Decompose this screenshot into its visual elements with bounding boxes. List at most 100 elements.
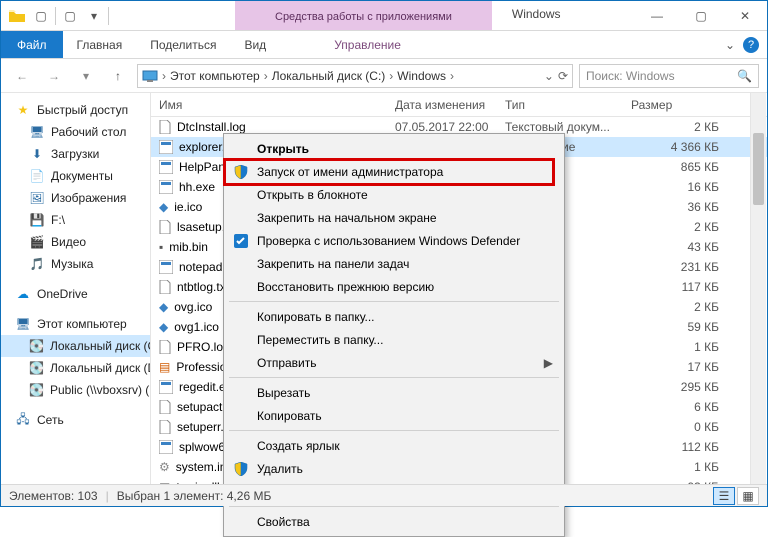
up-button[interactable]: ↑: [105, 63, 131, 89]
column-type[interactable]: Тип: [505, 98, 631, 112]
file-icon: ◆: [159, 300, 168, 314]
file-size: 2 КБ: [631, 120, 767, 134]
sidebar-onedrive[interactable]: ☁OneDrive: [1, 283, 150, 305]
search-placeholder: Поиск: Windows: [586, 69, 675, 83]
navigation-pane: ★Быстрый доступ 🖥Рабочий стол⬇Загрузки📄Д…: [1, 93, 151, 484]
context-menu-item[interactable]: Копировать в папку...: [227, 305, 561, 328]
ribbon-tab-view[interactable]: Вид: [230, 31, 280, 58]
context-menu-item-label: Закрепить на начальном экране: [257, 211, 437, 225]
file-name: DtcInstall.log: [177, 120, 246, 134]
sidebar-item-label: Изображения: [51, 191, 126, 205]
context-menu-item[interactable]: Запуск от имени администратора: [227, 160, 561, 183]
sidebar-item-drive[interactable]: 💽Public (\\vboxsrv) (...): [1, 379, 150, 401]
context-menu-item[interactable]: Восстановить прежнюю версию: [227, 275, 561, 298]
context-menu-item[interactable]: Свойства: [227, 510, 561, 533]
context-menu-item[interactable]: Создать ярлык: [227, 434, 561, 457]
breadcrumb-segment[interactable]: Этот компьютер: [170, 69, 260, 83]
breadcrumb-segment[interactable]: Windows: [397, 69, 446, 83]
sidebar-item[interactable]: 🖼 Изображения: [1, 187, 150, 209]
search-input[interactable]: Поиск: Windows 🔍: [579, 64, 759, 88]
context-menu-item[interactable]: Вырезать: [227, 381, 561, 404]
status-selection: Выбран 1 элемент: 4,26 МБ: [117, 489, 272, 503]
sidebar-item[interactable]: 🖥Рабочий стол: [1, 121, 150, 143]
breadcrumb-segment[interactable]: Локальный диск (C:): [272, 69, 386, 83]
recent-locations-button[interactable]: ▾: [73, 63, 99, 89]
qat-item[interactable]: ▢: [29, 4, 53, 28]
qat-item[interactable]: ▢: [58, 4, 82, 28]
context-menu-item[interactable]: Отправить▶: [227, 351, 561, 374]
sidebar-item-icon: 🖼: [29, 190, 45, 206]
sidebar-item[interactable]: 💾F:\: [1, 209, 150, 231]
file-name: ovg1.ico: [174, 320, 219, 334]
file-size: 1 КБ: [631, 460, 767, 474]
ribbon-expand-icon[interactable]: ⌄: [725, 38, 735, 52]
status-bar: Элементов: 103 | Выбран 1 элемент: 4,26 …: [1, 484, 767, 506]
explorer-icon[interactable]: [5, 4, 29, 28]
sidebar-item-icon: 🎵: [29, 256, 45, 272]
help-icon[interactable]: ?: [743, 37, 759, 53]
sidebar-item-label: F:\: [51, 213, 65, 227]
close-button[interactable]: ✕: [723, 1, 767, 30]
sidebar-item-label: Видео: [51, 235, 86, 249]
sidebar-quick-access[interactable]: ★Быстрый доступ: [1, 99, 150, 121]
sidebar-item[interactable]: 🎵Музыка: [1, 253, 150, 275]
forward-button[interactable]: →: [41, 63, 67, 89]
ribbon-tab-share[interactable]: Поделиться: [136, 31, 230, 58]
file-tab[interactable]: Файл: [1, 31, 63, 58]
context-menu-item[interactable]: Закрепить на панели задач: [227, 252, 561, 275]
ribbon-tabs: Файл Главная Поделиться Вид Управление ⌄…: [1, 31, 767, 59]
context-menu-item-label: Закрепить на панели задач: [257, 257, 409, 271]
context-menu-item[interactable]: Копировать: [227, 404, 561, 427]
sidebar-item[interactable]: 📄Документы: [1, 165, 150, 187]
drive-icon: 💽: [29, 338, 44, 354]
column-name[interactable]: Имя: [151, 98, 395, 112]
view-icons-button[interactable]: ▦: [737, 487, 759, 505]
sidebar-item[interactable]: ⬇Загрузки: [1, 143, 150, 165]
ribbon-tab-home[interactable]: Главная: [63, 31, 137, 58]
breadcrumb[interactable]: › Этот компьютер› Локальный диск (C:)› W…: [137, 64, 573, 88]
file-size: 117 КБ: [631, 280, 767, 294]
refresh-icon[interactable]: ⟳: [558, 69, 568, 83]
shield-icon: [233, 164, 249, 180]
file-icon: [159, 340, 171, 354]
file-name: mib.bin: [169, 240, 208, 254]
file-icon: [159, 220, 171, 234]
vertical-scrollbar[interactable]: [750, 93, 766, 484]
file-size: 17 КБ: [631, 360, 767, 374]
title-area: Средства работы с приложениями Windows: [115, 1, 635, 30]
context-menu-item-label: Копировать: [257, 409, 322, 423]
context-menu-item[interactable]: Удалить: [227, 457, 561, 480]
context-menu-item[interactable]: Открыть: [227, 137, 561, 160]
ribbon-tab-manage[interactable]: Управление: [320, 31, 415, 58]
dropdown-history-icon[interactable]: ⌄: [544, 69, 554, 83]
sidebar-network[interactable]: 🖧Сеть: [1, 409, 150, 431]
qat-down-icon[interactable]: ▾: [82, 4, 106, 28]
column-size[interactable]: Размер: [631, 98, 767, 112]
context-menu-item[interactable]: Открыть в блокноте: [227, 183, 561, 206]
context-menu-item-label: Открыть в блокноте: [257, 188, 368, 202]
context-menu-item[interactable]: Закрепить на начальном экране: [227, 206, 561, 229]
file-icon: ▪: [159, 240, 163, 254]
file-icon: [159, 120, 171, 134]
context-menu-separator: [229, 430, 559, 431]
context-menu-separator: [229, 301, 559, 302]
sidebar-this-pc[interactable]: 🖥Этот компьютер: [1, 313, 150, 335]
context-menu-item-label: Копировать в папку...: [257, 310, 375, 324]
sidebar-item-label: Загрузки: [51, 147, 99, 161]
file-name: ie.ico: [174, 200, 202, 214]
file-type: Текстовый докум...: [505, 120, 631, 134]
view-details-button[interactable]: ☰: [713, 487, 735, 505]
context-menu-item[interactable]: Проверка с использованием Windows Defend…: [227, 229, 561, 252]
context-menu-item-label: Восстановить прежнюю версию: [257, 280, 434, 294]
sidebar-item-drive[interactable]: 💽Локальный диск (D:): [1, 357, 150, 379]
minimize-button[interactable]: —: [635, 1, 679, 30]
back-button[interactable]: ←: [9, 63, 35, 89]
sidebar-item[interactable]: 🎬Видео: [1, 231, 150, 253]
maximize-button[interactable]: ▢: [679, 1, 723, 30]
file-size: 36 КБ: [631, 200, 767, 214]
sidebar-item-drive[interactable]: 💽Локальный диск (C:): [1, 335, 150, 357]
file-icon: [159, 420, 171, 434]
scroll-thumb[interactable]: [753, 133, 764, 205]
context-menu-item[interactable]: Переместить в папку...: [227, 328, 561, 351]
column-date[interactable]: Дата изменения: [395, 98, 505, 112]
